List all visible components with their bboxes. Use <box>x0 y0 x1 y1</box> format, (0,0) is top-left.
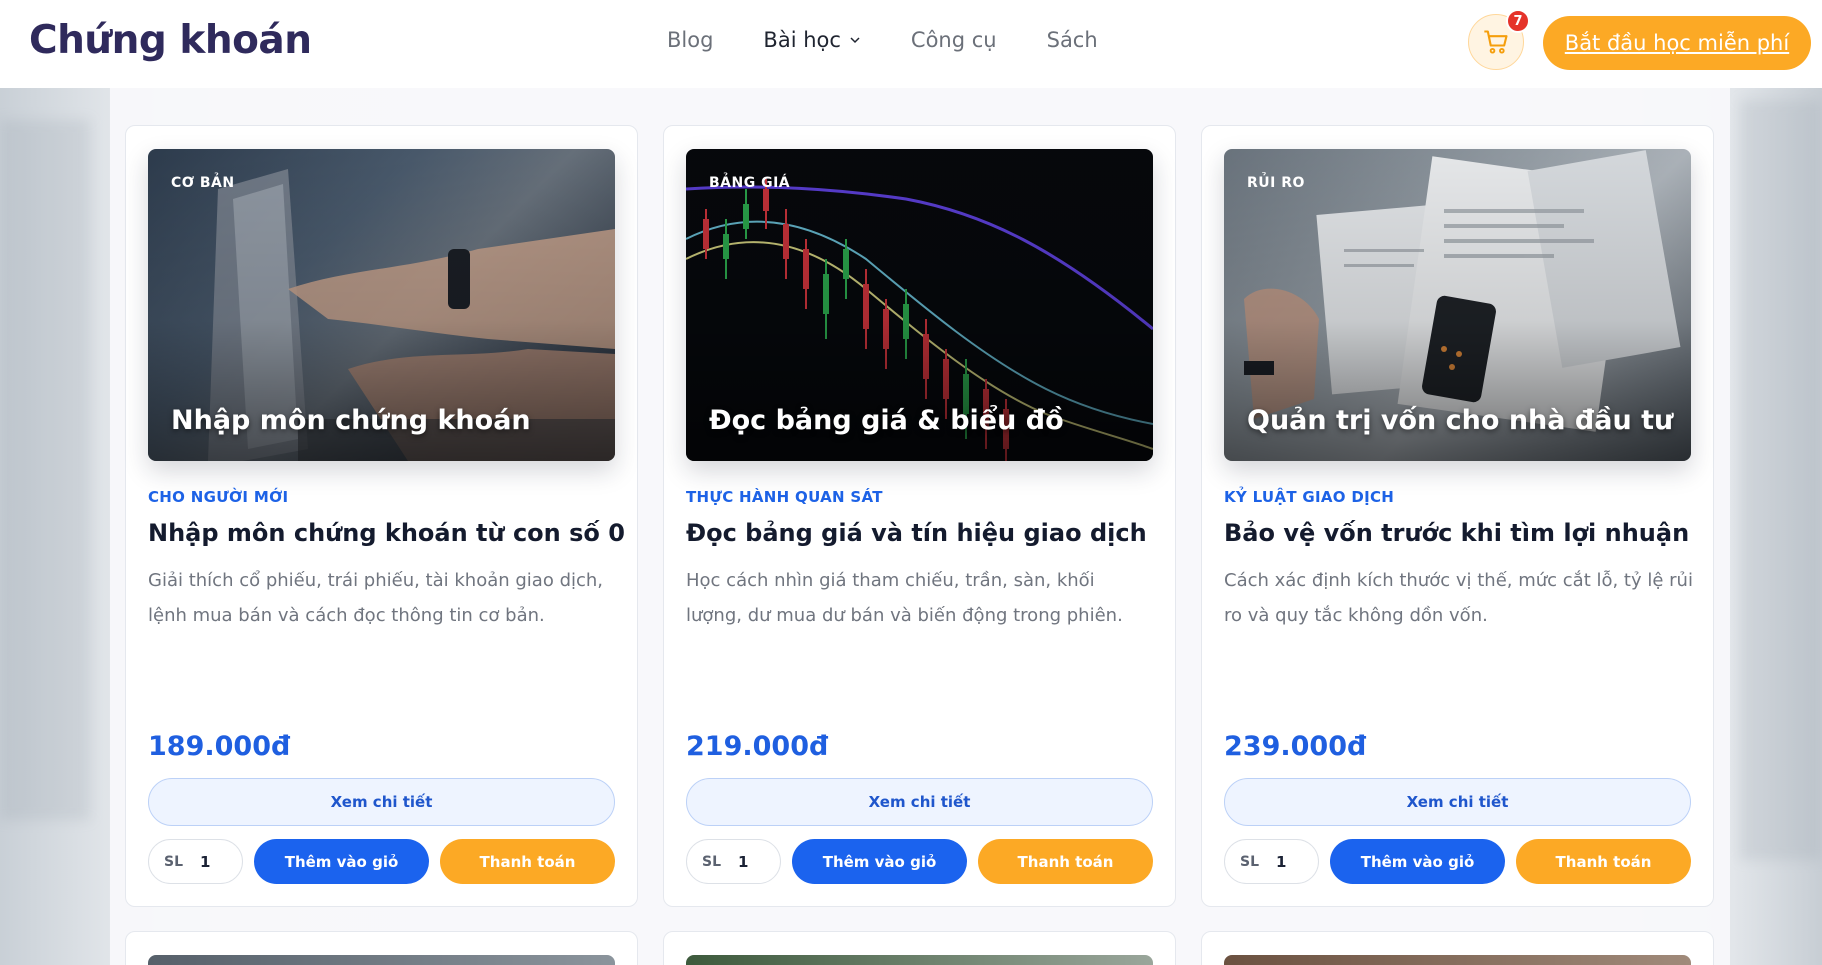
add-to-cart-button[interactable]: Thêm vào giỏ <box>1330 839 1505 884</box>
nav-books-label: Sách <box>1046 28 1098 52</box>
course-title[interactable]: Bảo vệ vốn trước khi tìm lợi nhuận <box>1224 519 1689 547</box>
nav-lessons-label: Bài học <box>763 28 841 52</box>
course-thumbnail[interactable]: RỦI RO Quản trị vốn cho nhà đầu tư <box>1224 149 1691 461</box>
course-thumbnail[interactable]: CƠ BẢN Nhập môn chứng khoán <box>148 149 615 461</box>
nav-lessons[interactable]: Bài học <box>763 28 861 52</box>
course-price: 239.000đ <box>1224 731 1367 762</box>
course-title[interactable]: Nhập môn chứng khoán từ con số 0 <box>148 519 625 547</box>
view-detail-button[interactable]: Xem chi tiết <box>148 778 615 826</box>
course-thumbnail[interactable]: BẢNG GIÁ Đọc bảng giá & biểu đồ <box>686 149 1153 461</box>
view-detail-button[interactable]: Xem chi tiết <box>686 778 1153 826</box>
quantity-label: SL <box>164 853 184 870</box>
course-description: Cách xác định kích thước vị thế, mức cắt… <box>1224 570 1693 626</box>
chevron-down-icon <box>850 37 860 44</box>
course-subtitle: KỶ LUẬT GIAO DỊCH <box>1224 488 1395 506</box>
course-subtitle: CHO NGƯỜI MỚI <box>148 488 289 506</box>
course-thumb-title: Quản trị vốn cho nhà đầu tư <box>1247 405 1674 436</box>
main-nav: Blog Bài học Công cụ Sách <box>667 28 1148 52</box>
cart-count-badge: 7 <box>1506 9 1530 33</box>
checkout-button[interactable]: Thanh toán <box>1516 839 1691 884</box>
add-to-cart-button[interactable]: Thêm vào giỏ <box>254 839 429 884</box>
nav-blog-label: Blog <box>667 28 714 52</box>
course-card: BẢNG GIÁ Đọc bảng giá & biểu đồ THỰC HÀN… <box>663 125 1176 907</box>
add-to-cart-button[interactable]: Thêm vào giỏ <box>792 839 967 884</box>
course-card-partial <box>125 931 638 965</box>
course-thumb-title: Nhập môn chứng khoán <box>171 405 531 436</box>
course-description: Học cách nhìn giá tham chiếu, trần, sàn,… <box>686 570 1123 626</box>
course-title[interactable]: Đọc bảng giá và tín hiệu giao dịch <box>686 519 1147 547</box>
nav-books[interactable]: Sách <box>1047 28 1098 52</box>
start-free-button[interactable]: Bắt đầu học miễn phí <box>1543 16 1811 70</box>
quantity-value[interactable]: 1 <box>738 853 748 871</box>
checkout-button[interactable]: Thanh toán <box>440 839 615 884</box>
course-card-partial <box>663 931 1176 965</box>
site-header: Chứng khoán Blog Bài học Công cụ Sách 7 … <box>0 0 1822 88</box>
course-subtitle: THỰC HÀNH QUAN SÁT <box>686 488 883 506</box>
course-description: Giải thích cổ phiếu, trái phiếu, tài kho… <box>148 570 604 626</box>
view-detail-button[interactable]: Xem chi tiết <box>1224 778 1691 826</box>
course-card: CƠ BẢN Nhập môn chứng khoán CHO NGƯỜI MỚ… <box>125 125 638 907</box>
quantity-field[interactable]: SL 1 <box>148 839 243 884</box>
cart-icon <box>1484 30 1508 54</box>
quantity-label: SL <box>702 853 722 870</box>
course-thumbnail-partial[interactable] <box>1224 955 1691 965</box>
nav-tools[interactable]: Công cụ <box>911 28 997 52</box>
quantity-field[interactable]: SL 1 <box>686 839 781 884</box>
course-card: RỦI RO Quản trị vốn cho nhà đầu tư KỶ LU… <box>1201 125 1714 907</box>
nav-blog[interactable]: Blog <box>667 28 713 52</box>
quantity-value[interactable]: 1 <box>1276 853 1286 871</box>
course-thumbnail-partial[interactable] <box>686 955 1153 965</box>
quantity-label: SL <box>1240 853 1260 870</box>
quantity-field[interactable]: SL 1 <box>1224 839 1319 884</box>
course-thumbnail-partial[interactable] <box>148 955 615 965</box>
quantity-value[interactable]: 1 <box>200 853 210 871</box>
checkout-button[interactable]: Thanh toán <box>978 839 1153 884</box>
course-tag: BẢNG GIÁ <box>709 175 791 191</box>
course-card-partial <box>1201 931 1714 965</box>
course-tag: RỦI RO <box>1247 175 1305 191</box>
course-price: 219.000đ <box>686 731 829 762</box>
course-tag: CƠ BẢN <box>171 175 235 191</box>
course-price: 189.000đ <box>148 731 291 762</box>
course-thumb-title: Đọc bảng giá & biểu đồ <box>709 405 1064 436</box>
nav-tools-label: Công cụ <box>910 28 997 52</box>
site-logo[interactable]: Chứng khoán <box>29 18 312 63</box>
